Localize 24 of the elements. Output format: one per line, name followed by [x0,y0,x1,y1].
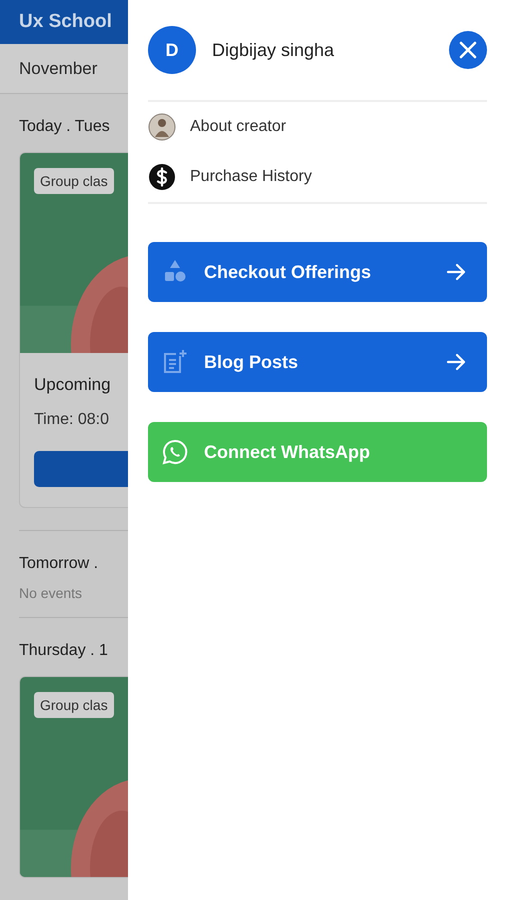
event-title: Upcoming [34,375,112,395]
day-heading: Today . Tues [19,118,111,136]
empty-text: No events [19,585,84,601]
day-heading: Tomorrow . [19,555,100,573]
close-icon [458,40,478,60]
month-label: November [19,58,98,79]
event-time: Time: 08:0 [34,411,110,429]
creator-avatar-icon [148,113,176,141]
event-card[interactable]: Group clas [19,676,128,878]
day-heading: Thursday . 1 [19,642,109,660]
drawer-button[interactable]: Blog Posts [148,332,487,392]
close-button[interactable] [449,31,487,69]
user-name: Digbijay singha [212,40,336,60]
whatsapp-icon [161,438,189,466]
class-tag: Group clas [34,168,114,194]
user-avatar: D [148,26,196,74]
app-logo: Ux School [19,11,112,34]
document-plus-icon [161,348,189,376]
drawer-button[interactable]: Checkout Offerings [148,242,487,302]
event-card[interactable]: Group clas Upcoming Time: 08:0 [19,152,128,508]
dollar-icon [148,163,176,191]
class-tag: Group clas [34,692,114,718]
menu-item[interactable]: About creator [148,102,487,152]
menu-item[interactable]: Purchase History [148,152,487,202]
